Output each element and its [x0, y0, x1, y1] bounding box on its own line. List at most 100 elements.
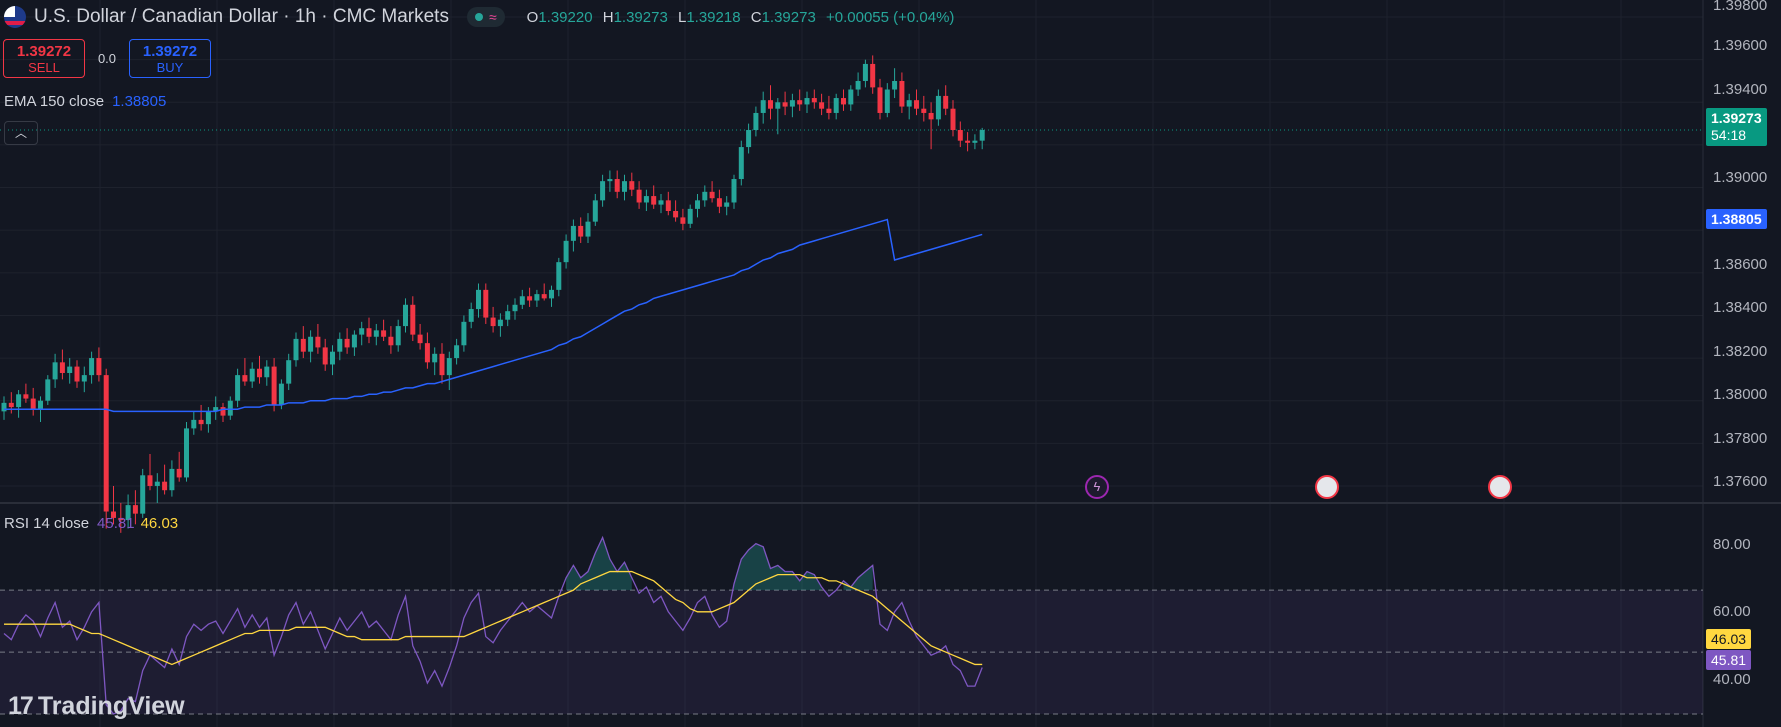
high-value: 1.39273: [613, 8, 668, 26]
chart-area[interactable]: [0, 0, 1781, 727]
ema-legend-label: EMA 150 close: [4, 93, 105, 110]
candle-body: [841, 98, 846, 105]
candle-body: [74, 366, 80, 382]
price-tick: 1.39000: [1713, 169, 1768, 186]
chart-canvas[interactable]: [0, 0, 1781, 727]
candle-body: [906, 100, 912, 107]
candle-body: [957, 130, 963, 141]
candle-body: [709, 191, 715, 199]
price-tick: 1.38200: [1713, 343, 1768, 360]
candle-body: [132, 505, 138, 514]
candle-body: [585, 221, 591, 237]
us-flag-event-icon[interactable]: [1315, 475, 1339, 499]
candle-body: [191, 419, 197, 429]
last-price-badge: 1.39273 54:18: [1706, 108, 1767, 146]
buy-price: 1.39272: [142, 43, 198, 60]
candle-body: [38, 400, 43, 410]
chevron-up-icon: ︿: [14, 126, 27, 140]
symbol-title[interactable]: U.S. Dollar / Canadian Dollar · 1h · CMC…: [34, 6, 449, 28]
last-price-value: 1.39273: [1711, 110, 1762, 126]
close-label: C: [750, 8, 762, 26]
candle-body: [935, 95, 941, 120]
candle-body: [308, 336, 314, 352]
candle-body: [965, 140, 971, 143]
candle-body: [527, 296, 533, 301]
ohlc-readout: O1.39220 H1.39273 L1.39218 C1.39273 +0.0…: [521, 9, 955, 26]
candle-body: [979, 130, 985, 141]
chart-header: U.S. Dollar / Canadian Dollar · 1h · CMC…: [4, 6, 954, 28]
candle-body: [242, 375, 248, 382]
candle-body: [264, 366, 270, 378]
spread-value: 0.0: [97, 51, 117, 66]
candle-body: [140, 475, 146, 514]
rsi-tick: 60.00: [1713, 603, 1751, 620]
trade-panel: 1.39272 SELL 0.0 1.39272 BUY: [3, 39, 211, 78]
rsi-legend[interactable]: RSI 14 close 45.81 46.03: [4, 515, 178, 532]
candle-body: [403, 304, 408, 327]
candle-body: [680, 217, 686, 224]
rsi-overbought-fill: [734, 543, 822, 591]
ema-legend[interactable]: EMA 150 close 1.38805: [4, 93, 166, 110]
candle-body: [176, 468, 182, 478]
candle-body: [636, 189, 642, 203]
candle-body: [914, 100, 919, 109]
candle-body: [417, 334, 423, 344]
rsi-tick: 80.00: [1713, 536, 1751, 553]
candle-body: [549, 289, 554, 299]
tradingview-logo[interactable]: 17 TradingView: [8, 692, 185, 721]
candle-body: [103, 375, 109, 512]
candle-body: [819, 102, 825, 109]
candle-body: [753, 112, 759, 131]
candle-body: [855, 80, 861, 90]
candle-body: [351, 334, 357, 348]
candle-body: [928, 112, 934, 120]
candle-body: [8, 402, 14, 408]
candle-body: [673, 211, 679, 218]
change-value: +0.00055 (+0.04%): [825, 8, 955, 26]
candle-body: [731, 179, 737, 203]
candle-body: [16, 394, 22, 408]
candle-body: [578, 225, 584, 237]
candle-body: [607, 179, 613, 182]
candle-body: [556, 262, 562, 290]
candle-body: [337, 338, 343, 352]
open-value: 1.39220: [538, 8, 593, 26]
candle-body: [862, 63, 868, 81]
candle-body: [381, 330, 387, 337]
candle-body: [315, 336, 321, 348]
price-tick: 1.39400: [1713, 81, 1768, 98]
buy-button[interactable]: 1.39272 BUY: [129, 39, 211, 78]
price-tick: 1.38000: [1713, 386, 1768, 403]
low-value: 1.39218: [686, 8, 741, 26]
market-status[interactable]: ≈: [466, 7, 505, 27]
candle-body: [483, 289, 489, 318]
sell-label: SELL: [28, 60, 60, 75]
candle-body: [877, 87, 883, 113]
candle-body: [461, 321, 467, 346]
price-tick: 1.39600: [1713, 37, 1768, 54]
candle-body: [695, 200, 700, 209]
candle-body: [322, 347, 328, 365]
market-open-dot-icon: [474, 13, 483, 21]
sell-button[interactable]: 1.39272 SELL: [3, 39, 85, 78]
rsi-ma-badge: 46.03: [1706, 629, 1752, 649]
candle-body: [147, 475, 153, 486]
candle-body: [592, 200, 598, 222]
candle-body: [439, 353, 445, 376]
lightning-event-icon[interactable]: ϟ: [1085, 475, 1109, 499]
candle-body: [614, 179, 620, 192]
candle-body: [811, 98, 817, 103]
candle-body: [89, 358, 95, 376]
candle-body: [884, 89, 890, 113]
candle-body: [45, 379, 51, 401]
candle-body: [220, 407, 226, 416]
candle-body: [52, 362, 58, 380]
rsi-value-badge: 45.81: [1706, 650, 1752, 670]
candle-body: [490, 317, 496, 327]
rsi-tick: 40.00: [1713, 671, 1751, 688]
us-flag-event-icon[interactable]: [1488, 475, 1512, 499]
candle-body: [665, 200, 671, 212]
collapse-legend-button[interactable]: ︿: [4, 121, 38, 145]
candle-body: [432, 353, 438, 363]
candle-body: [468, 309, 474, 322]
